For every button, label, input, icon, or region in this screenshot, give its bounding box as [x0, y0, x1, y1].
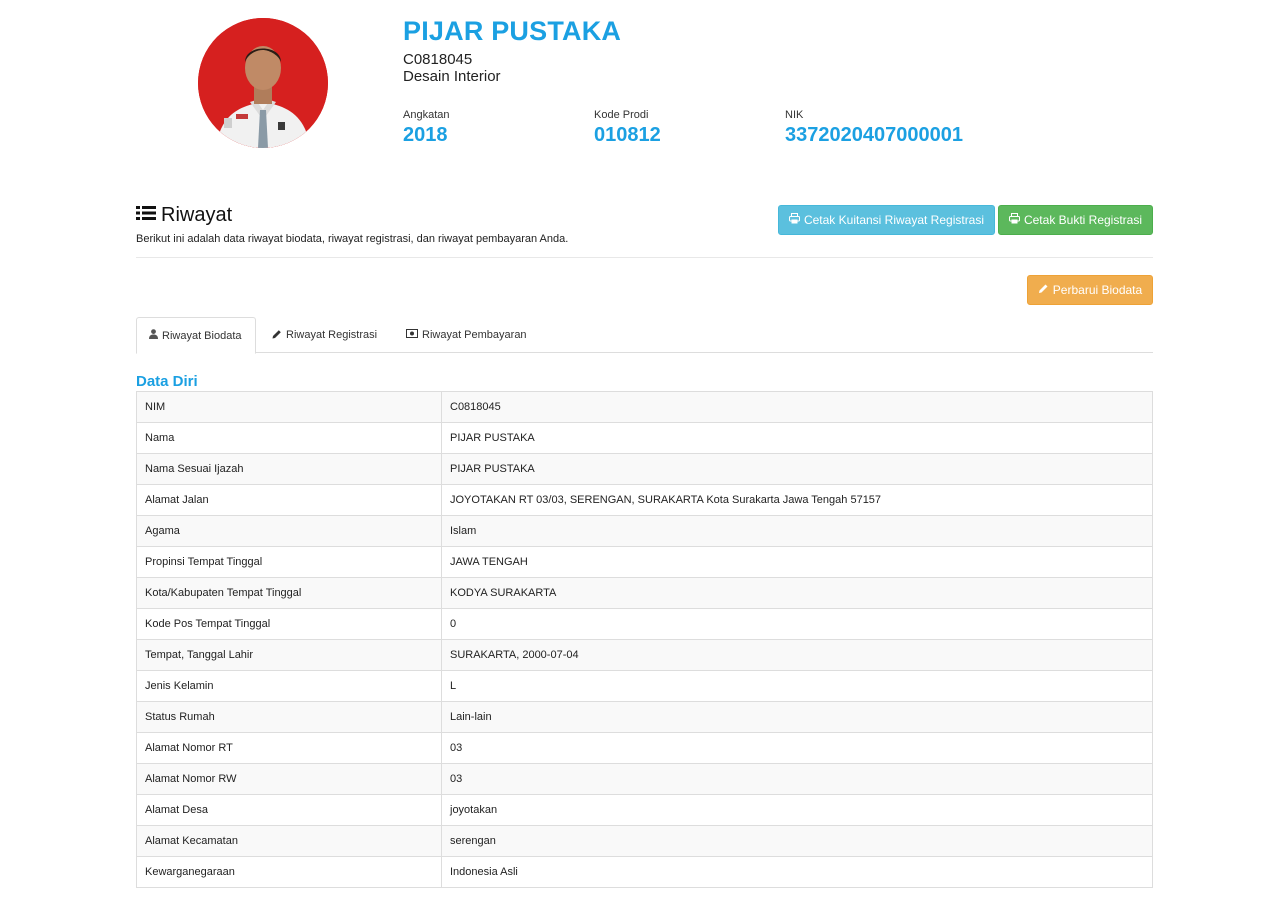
update-biodata-button[interactable]: Perbarui Biodata	[1027, 275, 1153, 305]
money-icon	[406, 329, 418, 341]
stat-angkatan-value: 2018	[403, 124, 448, 146]
row-key: Alamat Nomor RW	[136, 763, 442, 795]
tab-riwayat-pembayaran-label: Riwayat Pembayaran	[422, 329, 527, 341]
table-row: Alamat Desa joyotakan	[136, 794, 1153, 826]
stat-angkatan-label: Angkatan	[403, 109, 450, 121]
pencil-icon	[1038, 283, 1049, 297]
table-row: Kewarganegaraan Indonesia Asli	[136, 856, 1153, 888]
stat-nik-label: NIK	[785, 109, 804, 121]
stat-angkatan: Angkatan 2018	[403, 109, 449, 147]
print-bukti-label: Cetak Bukti Registrasi	[1023, 213, 1143, 227]
row-key: Nama Sesuai Ijazah	[136, 453, 442, 485]
data-diri-table: NIM C0818045 Nama PIJAR PUSTAKA Nama Sesuai …	[136, 391, 1153, 888]
tab-riwayat-registrasi[interactable]: Riwayat Registrasi	[260, 317, 389, 353]
tab-riwayat-biodata[interactable]: Riwayat Biodata	[136, 317, 256, 354]
riwayat-heading: Riwayat	[136, 204, 232, 227]
table-row: Agama Islam	[136, 515, 1153, 547]
profile-avatar	[198, 18, 328, 148]
row-key: Kewarganegaraan	[136, 856, 442, 888]
row-value: JOYOTAKAN RT 03/03, SERENGAN, SURAKARTA …	[441, 484, 1153, 516]
tab-riwayat-registrasi-label: Riwayat Registrasi	[286, 329, 378, 341]
row-value: C0818045	[441, 391, 1153, 423]
print-bukti-button[interactable]: Cetak Bukti Registrasi	[998, 205, 1153, 235]
row-value: PIJAR PUSTAKA	[441, 453, 1153, 485]
row-key: Jenis Kelamin	[136, 670, 442, 702]
row-value: 03	[441, 763, 1153, 795]
stat-nik: NIK 3372020407000001	[785, 109, 963, 147]
tab-riwayat-pembayaran[interactable]: Riwayat Pembayaran	[394, 317, 539, 353]
table-row: Kota/Kabupaten Tempat Tinggal KODYA SURAK…	[136, 577, 1153, 609]
tab-riwayat-biodata-label: Riwayat Biodata	[162, 329, 242, 342]
riwayat-title-text: Riwayat	[161, 204, 233, 226]
table-row: Alamat Kecamatan serengan	[136, 825, 1153, 857]
row-key: Nama	[136, 422, 442, 454]
row-value: Indonesia Asli	[441, 856, 1153, 888]
print-kuitansi-button[interactable]: Cetak Kuitansi Riwayat Registrasi	[778, 205, 995, 235]
table-row: Status Rumah Lain-lain	[136, 701, 1153, 733]
row-key: Alamat Nomor RT	[136, 732, 442, 764]
row-value: serengan	[441, 825, 1153, 857]
profile-prodi: Desain Interior	[403, 68, 501, 85]
row-value: L	[441, 670, 1153, 702]
table-row: Tempat, Tanggal Lahir SURAKARTA, 2000-07-…	[136, 639, 1153, 671]
stat-kode-prodi: Kode Prodi 010812	[594, 109, 661, 147]
print-icon	[1008, 213, 1020, 227]
row-key: Propinsi Tempat Tinggal	[136, 546, 442, 578]
row-value: Lain-lain	[441, 701, 1153, 733]
row-key: NIM	[136, 391, 442, 423]
update-biodata-label: Perbarui Biodata	[1052, 283, 1143, 297]
row-key: Agama	[136, 515, 442, 547]
table-row: Jenis Kelamin L	[136, 670, 1153, 702]
riwayat-description: Berikut ini adalah data riwayat biodata,…	[136, 233, 569, 245]
table-row: Nama Sesuai Ijazah PIJAR PUSTAKA	[136, 453, 1153, 485]
divider	[136, 257, 1153, 258]
row-value: KODYA SURAKARTA	[441, 577, 1153, 609]
pencil-icon	[272, 329, 282, 342]
row-key: Kota/Kabupaten Tempat Tinggal	[136, 577, 442, 609]
stat-nik-value: 3372020407000001	[785, 124, 963, 146]
stat-kode-prodi-value: 010812	[594, 124, 661, 146]
section-title-data-diri: Data Diri	[136, 373, 198, 390]
stat-kode-prodi-label: Kode Prodi	[594, 109, 649, 121]
row-key: Kode Pos Tempat Tinggal	[136, 608, 442, 640]
riwayat-tabs: Riwayat Biodata Riwayat Registrasi Riway…	[136, 317, 1153, 354]
print-kuitansi-label: Cetak Kuitansi Riwayat Registrasi	[803, 213, 985, 227]
print-icon	[788, 213, 800, 227]
row-value: joyotakan	[441, 794, 1153, 826]
row-value: JAWA TENGAH	[441, 546, 1153, 578]
row-value: 0	[441, 608, 1153, 640]
row-key: Alamat Kecamatan	[136, 825, 442, 857]
table-row: Alamat Nomor RW 03	[136, 763, 1153, 795]
row-value: 03	[441, 732, 1153, 764]
user-icon	[149, 329, 158, 342]
profile-name: PIJAR PUSTAKA	[403, 16, 622, 46]
row-value: SURAKARTA, 2000-07-04	[441, 639, 1153, 671]
row-key: Alamat Desa	[136, 794, 442, 826]
profile-nim: C0818045	[403, 51, 473, 68]
table-row: Alamat Nomor RT 03	[136, 732, 1153, 764]
table-row: Kode Pos Tempat Tinggal 0	[136, 608, 1153, 640]
row-value: PIJAR PUSTAKA	[441, 422, 1153, 454]
table-row: NIM C0818045	[136, 391, 1153, 423]
row-value: Islam	[441, 515, 1153, 547]
list-icon	[136, 204, 156, 227]
row-key: Tempat, Tanggal Lahir	[136, 639, 442, 671]
row-key: Alamat Jalan	[136, 484, 442, 516]
row-key: Status Rumah	[136, 701, 442, 733]
table-row: Propinsi Tempat Tinggal JAWA TENGAH	[136, 546, 1153, 578]
table-row: Nama PIJAR PUSTAKA	[136, 422, 1153, 454]
table-row: Alamat Jalan JOYOTAKAN RT 03/03, SERENGAN…	[136, 484, 1153, 516]
